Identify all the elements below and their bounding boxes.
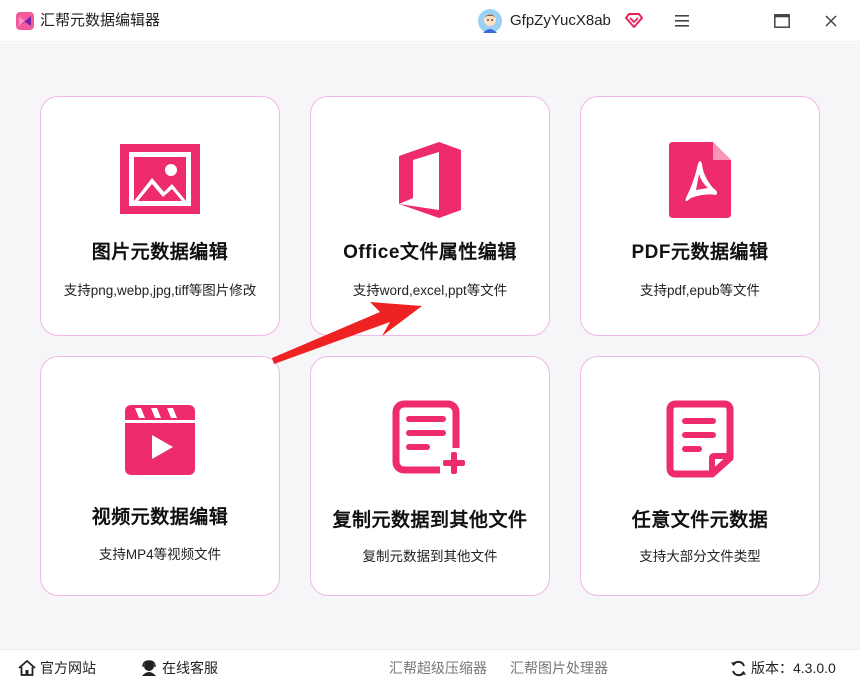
- card-title: 视频元数据编辑: [91, 507, 229, 528]
- maximize-icon: [774, 14, 790, 28]
- official-site-label: 官方网站: [40, 660, 96, 676]
- card-description: 支持word,excel,ppt等文件: [352, 283, 508, 298]
- close-icon: [825, 15, 837, 27]
- app-title: 汇帮元数据编辑器: [40, 12, 161, 29]
- image-metadata-card[interactable]: 图片元数据编辑 支持png,webp,jpg,tiff等图片修改: [40, 96, 280, 336]
- pdf-metadata-card[interactable]: PDF元数据编辑 支持pdf,epub等文件: [580, 96, 820, 336]
- maximize-button[interactable]: [771, 10, 793, 32]
- any-file-metadata-card[interactable]: 任意文件元数据 支持大部分文件类型: [580, 356, 820, 596]
- footer-bar: 官方网站 在线客服 汇帮超级压缩器 汇帮图片处理器 版本： 4.3.0.0: [0, 649, 860, 684]
- office-icon: [399, 142, 461, 218]
- user-avatar[interactable]: [478, 9, 502, 33]
- close-button[interactable]: [820, 10, 842, 32]
- card-description: 支持大部分文件类型: [639, 549, 761, 564]
- card-title: Office文件属性编辑: [343, 242, 517, 263]
- vip-diamond-icon[interactable]: [625, 11, 643, 29]
- video-metadata-card[interactable]: 视频元数据编辑 支持MP4等视频文件: [40, 356, 280, 596]
- official-site-link[interactable]: 官方网站: [18, 659, 96, 677]
- headset-icon: [142, 660, 156, 676]
- main-panel: 图片元数据编辑 支持png,webp,jpg,tiff等图片修改 Office文…: [0, 43, 860, 649]
- home-icon: [18, 660, 36, 676]
- card-description: 支持MP4等视频文件: [98, 547, 222, 562]
- menu-button[interactable]: [671, 10, 693, 32]
- card-title: 图片元数据编辑: [91, 242, 229, 263]
- customer-service-label: 在线客服: [162, 660, 218, 676]
- card-title: 任意文件元数据: [631, 510, 769, 531]
- pdf-icon: [669, 142, 731, 218]
- version-label: 版本：: [751, 660, 793, 676]
- compressor-link-label: 汇帮超级压缩器: [389, 660, 487, 676]
- app-logo-icon: [16, 12, 34, 30]
- version-number: 4.3.0.0: [793, 660, 836, 676]
- image-processor-link-label: 汇帮图片处理器: [510, 660, 608, 676]
- customer-service-link[interactable]: 在线客服: [140, 659, 218, 677]
- video-icon: [125, 405, 195, 475]
- title-bar: 汇帮元数据编辑器 GfpZyYucX8ab: [0, 0, 860, 42]
- username[interactable]: GfpZyYucX8ab: [510, 12, 611, 30]
- version-info: 版本： 4.3.0.0: [730, 659, 836, 677]
- card-title: PDF元数据编辑: [631, 242, 769, 263]
- compressor-link[interactable]: 汇帮超级压缩器: [389, 659, 487, 677]
- card-description: 支持pdf,epub等文件: [639, 283, 761, 298]
- image-processor-link[interactable]: 汇帮图片处理器: [510, 659, 608, 677]
- office-properties-card[interactable]: Office文件属性编辑 支持word,excel,ppt等文件: [310, 96, 550, 336]
- card-description: 支持png,webp,jpg,tiff等图片修改: [63, 283, 257, 298]
- copy-document-icon: [392, 400, 468, 476]
- card-title: 复制元数据到其他文件: [332, 510, 528, 531]
- file-note-icon: [666, 400, 734, 478]
- hamburger-icon: [675, 15, 689, 27]
- image-icon: [120, 144, 200, 214]
- refresh-icon[interactable]: [730, 660, 747, 677]
- card-description: 复制元数据到其他文件: [362, 549, 498, 564]
- copy-metadata-card[interactable]: 复制元数据到其他文件 复制元数据到其他文件: [310, 356, 550, 596]
